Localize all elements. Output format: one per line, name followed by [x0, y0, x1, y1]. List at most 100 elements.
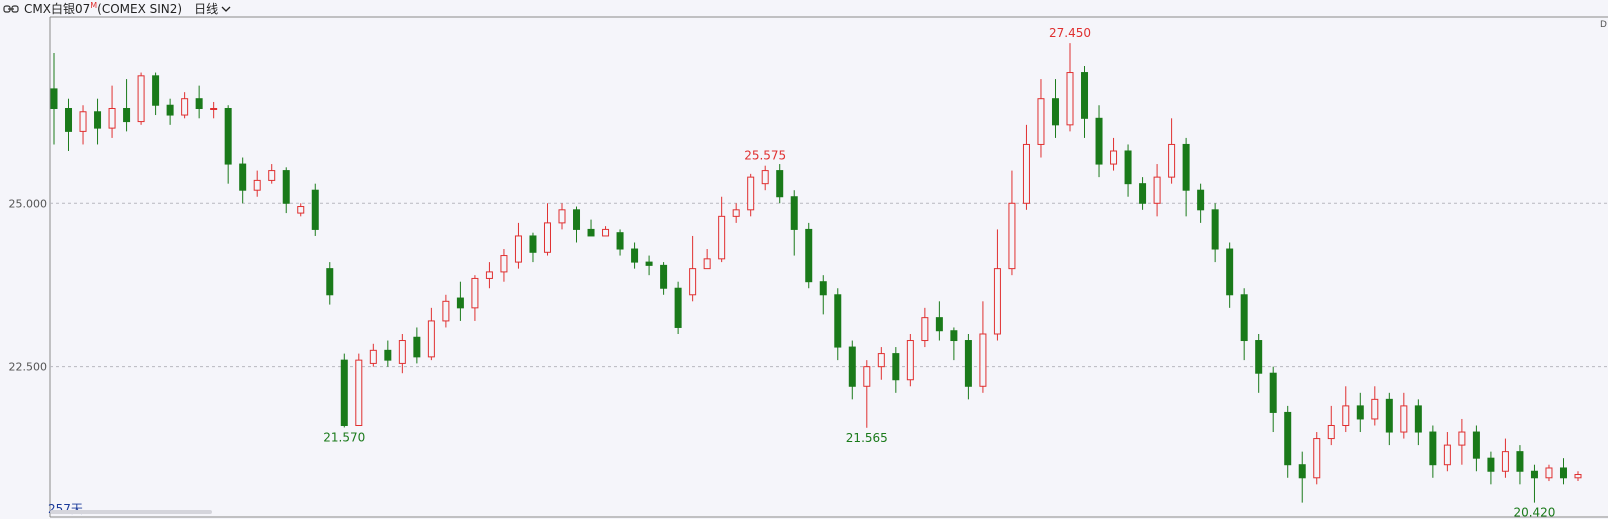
candle-body [442, 300, 450, 322]
horizontal-scrollbar[interactable] [50, 510, 212, 514]
price-annotation: 21.565 [846, 431, 888, 445]
candle-body [50, 88, 58, 110]
candle-body [137, 75, 145, 123]
candle-body [529, 235, 537, 253]
candle-body [427, 320, 435, 358]
candle-body [805, 228, 813, 283]
candle-body [224, 108, 232, 165]
candle-body [1226, 248, 1234, 296]
price-annotation: 25.575 [744, 149, 786, 163]
candle-body [587, 228, 595, 237]
candle-body [921, 317, 929, 342]
candle-body [1385, 398, 1393, 433]
candle-body [123, 108, 131, 123]
candle-body [979, 333, 987, 387]
candle-body [297, 206, 305, 214]
candle-body [1298, 464, 1306, 479]
candle-body [1356, 405, 1364, 420]
candle-body [1327, 424, 1335, 440]
candle-body [1574, 474, 1582, 479]
candle-body [1153, 176, 1161, 204]
candle-body [776, 170, 784, 198]
candle-body [108, 108, 116, 129]
candle-body [993, 268, 1001, 335]
candle-body [645, 261, 653, 266]
candle-body [819, 281, 827, 296]
candle-body [282, 170, 290, 204]
candle-body [1168, 143, 1176, 178]
candle-body [398, 340, 406, 364]
candle-body [65, 108, 73, 132]
candle-body [413, 336, 421, 358]
candle-body [1182, 143, 1190, 191]
candle-body [892, 353, 900, 381]
candle-body [1400, 405, 1408, 433]
y-tick-label: 25.000 [9, 197, 48, 210]
candle-body [863, 366, 871, 387]
candle-body [1051, 98, 1059, 126]
candle-body [602, 228, 610, 237]
candle-body [340, 359, 348, 426]
candle-body [471, 277, 479, 309]
candle-body [1443, 444, 1451, 466]
candle-body [1342, 405, 1350, 426]
candle-body [1240, 294, 1248, 342]
candle-body [1124, 150, 1132, 185]
candle-body [355, 359, 363, 426]
candle-body [1110, 150, 1118, 165]
candle-body [1559, 467, 1567, 479]
candle-body [1197, 189, 1205, 211]
candle-body [1095, 117, 1103, 165]
candle-body [1501, 451, 1509, 472]
candle-body [1008, 202, 1016, 270]
candle-body [674, 287, 682, 328]
price-annotation: 21.570 [323, 430, 365, 444]
candle-body [210, 108, 218, 111]
candle-body [1516, 451, 1524, 472]
candle-body [848, 346, 856, 387]
candle-body [1371, 398, 1379, 420]
candle-body [1284, 411, 1292, 466]
candle-body [79, 111, 87, 132]
candle-body [239, 163, 247, 191]
candle-body [703, 258, 711, 270]
candle-body [877, 353, 885, 368]
candle-body [1530, 470, 1538, 479]
candle-body [631, 248, 639, 263]
candle-body [514, 235, 522, 263]
candle-body [268, 170, 276, 181]
candle-body [761, 170, 769, 185]
candle-body [1139, 183, 1147, 204]
candle-body [543, 222, 551, 253]
candle-body [152, 75, 160, 106]
candle-body [906, 340, 914, 381]
candle-body [718, 215, 726, 260]
candle-body [689, 268, 697, 296]
candle-body [950, 330, 958, 342]
candle-body [964, 340, 972, 387]
candlestick-chart: 25.000 22.500 27.450 25.575 21.570 21.565 20.4… [9, 16, 1608, 519]
candle-body [384, 349, 392, 361]
candle-body [456, 297, 464, 309]
candle-body [1313, 438, 1321, 479]
candle-body [1037, 98, 1045, 145]
candle-body [1414, 405, 1422, 433]
candle-body [1081, 72, 1089, 119]
candle-body [253, 179, 261, 191]
right-edge-label: D [1600, 20, 1607, 30]
candle-body [311, 189, 319, 230]
candle-body [181, 98, 189, 116]
candle-body [573, 209, 581, 230]
candle-body [732, 209, 740, 217]
candle-body [1255, 340, 1263, 374]
candle-body [1429, 431, 1437, 466]
candle-body [195, 98, 203, 110]
candle-body [660, 264, 668, 289]
candle-body [94, 111, 102, 129]
price-annotation: 27.450 [1049, 26, 1091, 40]
candle-body [790, 196, 798, 230]
candle-body [747, 176, 755, 211]
candle-body [1472, 431, 1480, 459]
candle-body [1211, 209, 1219, 250]
candle-body [1545, 467, 1553, 479]
